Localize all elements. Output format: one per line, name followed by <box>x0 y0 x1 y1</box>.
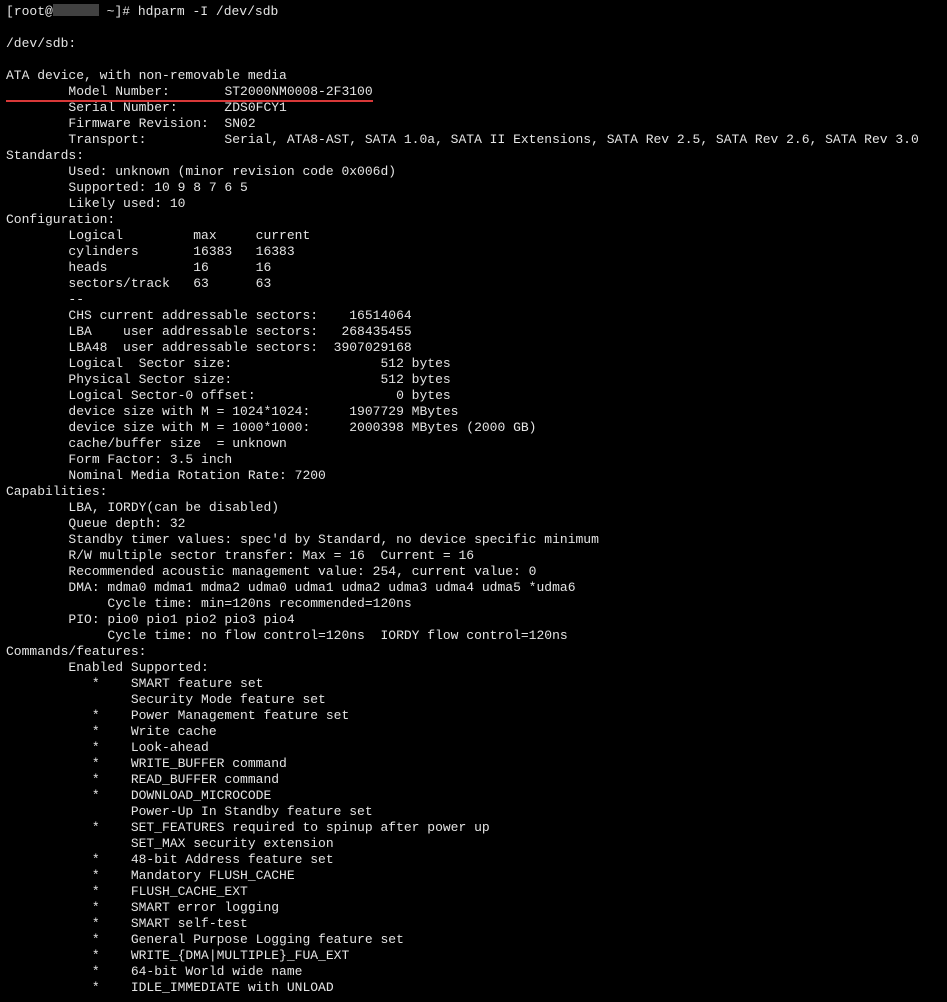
feature-line: * FLUSH_CACHE_EXT <box>6 884 248 899</box>
feature-line: * SET_FEATURES required to spinup after … <box>6 820 490 835</box>
intro-line: ATA device, with non-removable media <box>6 68 287 83</box>
commands-subheader: Enabled Supported: <box>6 660 209 675</box>
feature-line: Security Mode feature set <box>6 692 326 707</box>
feature-line: * Look-ahead <box>6 740 209 755</box>
prompt-cwd: ~ <box>107 4 115 19</box>
feature-line: * Mandatory FLUSH_CACHE <box>6 868 295 883</box>
prompt-user: root <box>14 4 45 19</box>
config-logical-sector: Logical Sector size: 512 bytes <box>6 356 451 371</box>
standards-header: Standards: <box>6 148 84 163</box>
config-rpm: Nominal Media Rotation Rate: 7200 <box>6 468 326 483</box>
config-header: Configuration: <box>6 212 115 227</box>
config-sector0-offset: Logical Sector-0 offset: 0 bytes <box>6 388 451 403</box>
feature-line: * SMART self-test <box>6 916 248 931</box>
capabilities-header: Capabilities: <box>6 484 107 499</box>
feature-line: * Power Management feature set <box>6 708 349 723</box>
caps-dma-cycle: Cycle time: min=120ns recommended=120ns <box>6 596 412 611</box>
config-size-1024: device size with M = 1024*1024: 1907729 … <box>6 404 458 419</box>
feature-line: * SMART error logging <box>6 900 279 915</box>
feature-line: * WRITE_BUFFER command <box>6 756 287 771</box>
caps-pio: PIO: pio0 pio1 pio2 pio3 pio4 <box>6 612 295 627</box>
config-col-header: Logical max current <box>6 228 310 243</box>
feature-line: * General Purpose Logging feature set <box>6 932 404 947</box>
config-separator: -- <box>6 292 84 307</box>
caps-acoustic: Recommended acoustic management value: 2… <box>6 564 537 579</box>
feature-line: Power-Up In Standby feature set <box>6 804 373 819</box>
standards-likely: Likely used: 10 <box>6 196 185 211</box>
model-line: Model Number: ST2000NM0008-2F3100 <box>6 84 373 99</box>
config-lba: LBA user addressable sectors: 268435455 <box>6 324 412 339</box>
feature-line: SET_MAX security extension <box>6 836 334 851</box>
caps-pio-cycle: Cycle time: no flow control=120ns IORDY … <box>6 628 568 643</box>
caps-dma: DMA: mdma0 mdma1 mdma2 udma0 udma1 udma2… <box>6 580 576 595</box>
config-chs: CHS current addressable sectors: 1651406… <box>6 308 412 323</box>
feature-line: * DOWNLOAD_MICROCODE <box>6 788 271 803</box>
command-text: hdparm -I /dev/sdb <box>138 4 278 19</box>
feature-line: * IDLE_IMMEDIATE with UNLOAD <box>6 980 334 995</box>
config-heads: heads 16 16 <box>6 260 271 275</box>
terminal-output: [root@ ~]# hdparm -I /dev/sdb /dev/sdb: … <box>0 0 947 1002</box>
standards-used: Used: unknown (minor revision code 0x006… <box>6 164 396 179</box>
config-sectors-track: sectors/track 63 63 <box>6 276 271 291</box>
config-cylinders: cylinders 16383 16383 <box>6 244 295 259</box>
device-header: /dev/sdb: <box>6 36 76 51</box>
serial-line: Serial Number: ZDS0FCY1 <box>6 100 287 115</box>
config-lba48: LBA48 user addressable sectors: 39070291… <box>6 340 412 355</box>
config-cache: cache/buffer size = unknown <box>6 436 287 451</box>
feature-line: * 64-bit World wide name <box>6 964 302 979</box>
feature-line: * SMART feature set <box>6 676 263 691</box>
feature-line: * Write cache <box>6 724 217 739</box>
config-size-1000: device size with M = 1000*1000: 2000398 … <box>6 420 537 435</box>
config-physical-sector: Physical Sector size: 512 bytes <box>6 372 451 387</box>
caps-lba-iordy: LBA, IORDY(can be disabled) <box>6 500 279 515</box>
transport-line: Transport: Serial, ATA8-AST, SATA 1.0a, … <box>6 132 919 147</box>
caps-rw-multiple: R/W multiple sector transfer: Max = 16 C… <box>6 548 474 563</box>
commands-header: Commands/features: <box>6 644 146 659</box>
caps-queue-depth: Queue depth: 32 <box>6 516 185 531</box>
feature-line: * 48-bit Address feature set <box>6 852 334 867</box>
caps-standby: Standby timer values: spec'd by Standard… <box>6 532 599 547</box>
prompt-line: [root@ ~]# hdparm -I /dev/sdb <box>6 4 278 19</box>
model-label: Model Number: <box>6 84 224 100</box>
standards-supported: Supported: 10 9 8 7 6 5 <box>6 180 248 195</box>
firmware-line: Firmware Revision: SN02 <box>6 116 256 131</box>
config-form-factor: Form Factor: 3.5 inch <box>6 452 232 467</box>
feature-line: * READ_BUFFER command <box>6 772 279 787</box>
model-value: ST2000NM0008-2F3100 <box>224 84 372 100</box>
prompt-host-redacted <box>53 4 99 16</box>
feature-line: * WRITE_{DMA|MULTIPLE}_FUA_EXT <box>6 948 349 963</box>
